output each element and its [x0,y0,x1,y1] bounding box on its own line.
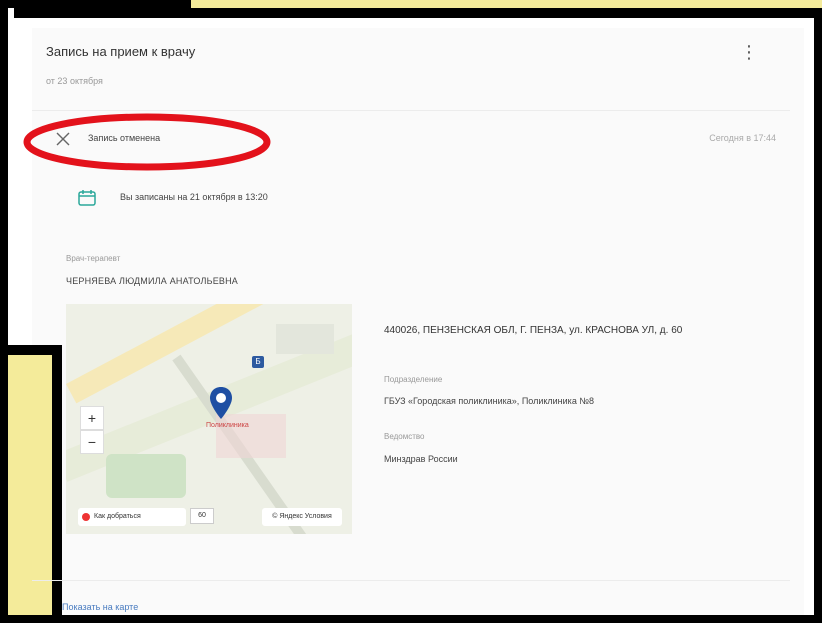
route-pin-icon [82,513,90,521]
header-divider [32,110,790,111]
bus-stop-icon: Б [252,356,264,368]
left-strip-item: e [2,70,6,77]
map-pin-icon[interactable] [208,386,234,420]
frame-panel-bottom-left [0,345,62,623]
left-edge-strip: e o [0,8,14,345]
show-on-map-link[interactable]: Показать на карте [62,602,138,612]
map-park-area [106,454,186,498]
doctor-name: ЧЕРНЯЕВА ЛЮДМИЛА АНАТОЛЬЕВНА [66,276,239,286]
route-button-label: Как добраться [94,513,141,520]
map-provider-link[interactable]: © Яндекс Условия [262,508,342,526]
close-icon [56,132,70,146]
zoom-out-button[interactable]: − [80,430,104,454]
division-label: Подразделение [384,375,443,384]
frame-border-top-left [0,0,190,8]
map-building [216,414,286,458]
agency-label: Ведомство [384,432,425,441]
map-building [276,324,334,354]
zoom-in-button[interactable]: + [80,406,104,430]
clinic-address: 440026, ПЕНЗЕНСКАЯ ОБЛ, Г. ПЕНЗА, ул. КР… [384,325,683,336]
page-subtitle: от 23 октября [46,76,103,86]
left-strip-item: o [2,130,6,137]
footer-divider [32,580,790,581]
map-scale-badge: 60 [190,508,214,524]
calendar-icon [78,190,96,206]
status-timestamp: Сегодня в 17:44 [709,133,776,143]
division-value: ГБУЗ «Городская поликлиника», Поликлиник… [384,396,594,406]
page-title: Запись на прием к врачу [46,44,196,59]
doctor-specialty-label: Врач-терапевт [66,254,121,263]
status-row: Запись отменена Сегодня в 17:44 [46,130,786,154]
more-options-button[interactable]: ⋮ [740,40,758,64]
route-button[interactable]: Как добраться [78,508,186,526]
agency-value: Минздрав России [384,454,458,464]
location-map[interactable]: Б Поликлиника + − Как добраться 60 © Янд… [66,304,352,534]
map-place-label: Поликлиника [206,422,249,429]
appointment-date-row: Вы записаны на 21 октября в 13:20 [66,188,466,210]
appointment-date-text: Вы записаны на 21 октября в 13:20 [120,192,268,202]
status-text: Запись отменена [88,133,161,143]
